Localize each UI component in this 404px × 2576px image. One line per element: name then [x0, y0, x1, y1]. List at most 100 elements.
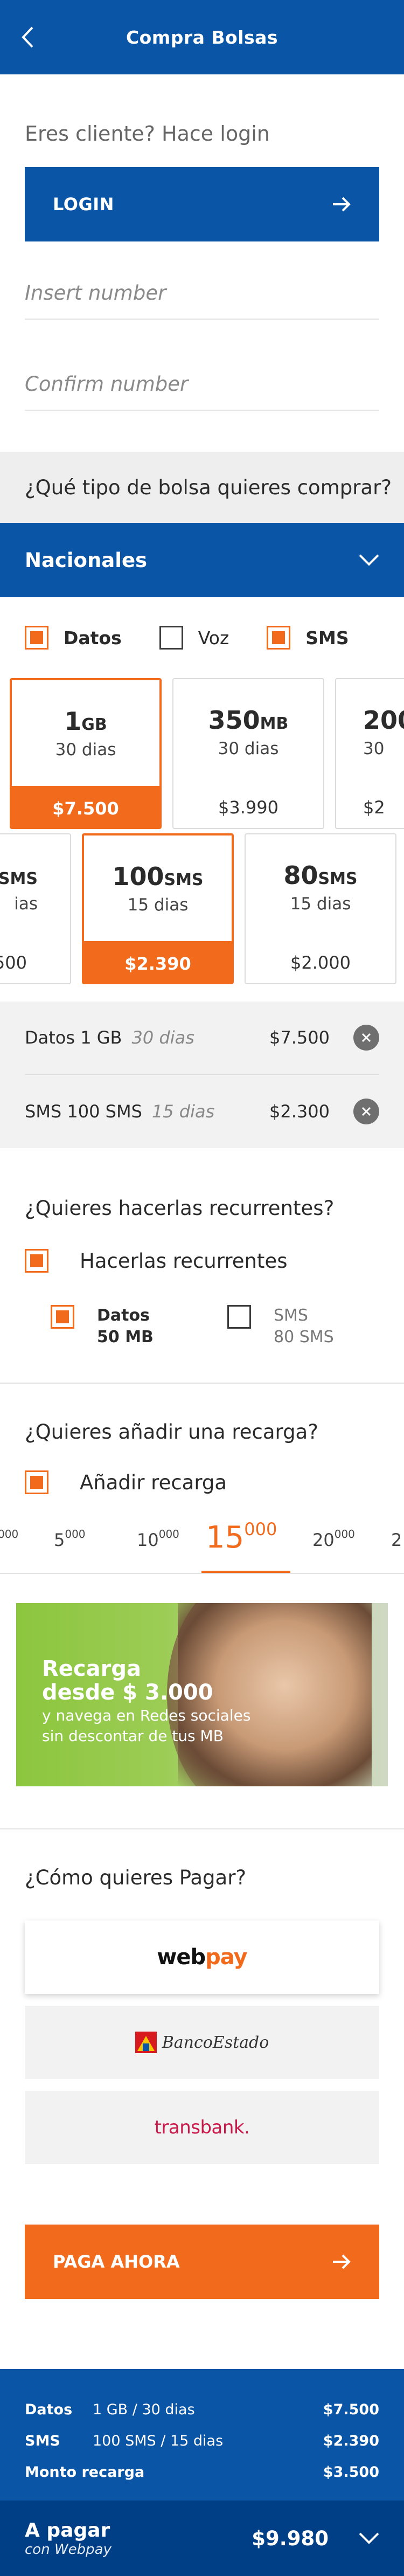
- payment-option-webpay[interactable]: webpay: [25, 1921, 379, 1994]
- transbank-logo: transbank.: [154, 2117, 250, 2138]
- insert-number-placeholder: Insert number: [25, 281, 166, 305]
- recurring-option-line2: 80 SMS: [274, 1328, 334, 1346]
- bag-type-filters: Datos Voz SMS: [0, 597, 404, 678]
- recharge-amount-selector[interactable]: 000 5000 10000 15000 20000 2: [0, 1508, 404, 1573]
- bag-unit: SMS: [0, 869, 38, 888]
- checkbox-recurring-sms[interactable]: [227, 1305, 251, 1329]
- bag-price: $2.000: [290, 952, 351, 973]
- order-summary-footer: Datos 1 GB / 30 dias $7.500 SMS 100 SMS …: [0, 2369, 404, 2576]
- pay-now-label: PAGA AHORA: [53, 2252, 180, 2272]
- summary-key: SMS: [25, 2432, 60, 2449]
- bag-days: 30 dias: [218, 739, 279, 758]
- arrow-right-icon: [333, 197, 351, 212]
- item-name: SMS 100 SMS: [25, 1101, 142, 1122]
- summary-price: $2.390: [323, 2432, 379, 2449]
- region-dropdown[interactable]: Nacionales: [0, 523, 404, 597]
- bag-amount: 350: [208, 706, 260, 735]
- recharge-toggle[interactable]: Añadir recarga: [0, 1470, 404, 1494]
- pay-now-button[interactable]: PAGA AHORA: [25, 2225, 379, 2299]
- total-sub: con Webpay: [25, 2541, 112, 2558]
- bancoestado-logo-mark: [135, 2032, 157, 2053]
- recurring-option-datos[interactable]: Datos 50 MB: [51, 1305, 227, 1348]
- bag-card[interactable]: 200 30 $2: [335, 678, 404, 829]
- chevron-down-icon[interactable]: [359, 2532, 379, 2545]
- item-name: Datos 1 GB: [25, 1027, 122, 1048]
- bag-price: $2.390: [84, 941, 232, 982]
- recharge-amount-option[interactable]: 10000: [137, 1528, 179, 1550]
- bag-price: $7.500: [12, 786, 159, 827]
- insert-number-field[interactable]: Insert number: [25, 281, 379, 320]
- selected-bags-list: Datos 1 GB 30 dias $7.500 SMS 100 SMS 15…: [0, 1002, 404, 1148]
- checkbox-voz[interactable]: [159, 626, 183, 650]
- bag-type-question: ¿Qué tipo de bolsa quieres comprar?: [0, 452, 404, 523]
- payment-option-bancoestado[interactable]: BancoEstado: [25, 2006, 379, 2079]
- type-datos[interactable]: Datos: [25, 626, 122, 650]
- recharge-label: Añadir recarga: [80, 1470, 227, 1494]
- type-voz[interactable]: Voz: [159, 626, 229, 650]
- bag-price: $2: [363, 797, 385, 818]
- back-button[interactable]: [20, 24, 47, 51]
- recurring-option-line1: SMS: [274, 1306, 308, 1325]
- data-bag-carousel: 1GB 30 dias $7.500 350MB 30 dias $3.990 …: [0, 678, 404, 834]
- payment-option-transbank[interactable]: transbank.: [25, 2091, 379, 2164]
- close-icon: [361, 1107, 371, 1116]
- recharge-amount-option[interactable]: 20000: [312, 1528, 355, 1550]
- bag-days: ias: [14, 894, 38, 914]
- summary-price: $3.500: [323, 2463, 379, 2481]
- checkbox-datos[interactable]: [25, 626, 48, 650]
- type-sms[interactable]: SMS: [267, 626, 349, 650]
- recharge-amount-option[interactable]: 5000: [54, 1528, 86, 1550]
- recharge-amount-selected[interactable]: 15000: [206, 1519, 277, 1555]
- total-bar[interactable]: A pagar con Webpay $9.980: [0, 2501, 404, 2576]
- bag-days: 15 dias: [290, 894, 351, 914]
- bag-days: 15 dias: [127, 895, 189, 915]
- recurring-option-line1: Datos: [97, 1306, 150, 1325]
- bag-card[interactable]: 100SMS 15 dias $2.390: [82, 833, 234, 984]
- recharge-amount-option[interactable]: 2: [391, 1530, 402, 1550]
- region-label: Nacionales: [25, 548, 148, 572]
- checkbox-recurring[interactable]: [25, 1249, 48, 1273]
- remove-item-button[interactable]: [353, 1099, 379, 1124]
- login-button[interactable]: LOGIN: [25, 167, 379, 241]
- summary-key: Monto recarga: [25, 2463, 145, 2481]
- bag-amount: 80: [283, 861, 318, 890]
- recurring-option-line2: 50 MB: [97, 1328, 154, 1346]
- summary-line: Datos 1 GB / 30 dias $7.500: [25, 2394, 379, 2425]
- bag-days: 30: [363, 739, 385, 758]
- bag-card[interactable]: 350MB 30 dias $3.990: [172, 678, 324, 829]
- chevron-down-icon: [359, 554, 379, 566]
- remove-item-button[interactable]: [353, 1025, 379, 1051]
- list-item: SMS 100 SMS 15 dias $2.300: [25, 1075, 379, 1148]
- login-section: Eres cliente? Hace login LOGIN Insert nu…: [0, 74, 404, 411]
- bag-card[interactable]: SMS ias 500: [0, 833, 71, 984]
- recurring-toggle[interactable]: Hacerlas recurrentes: [0, 1249, 404, 1273]
- summary-line: SMS 100 SMS / 15 dias $2.390: [25, 2425, 379, 2456]
- checkbox-sms[interactable]: [267, 626, 291, 650]
- webpay-logo: webpay: [157, 1945, 247, 1970]
- checkbox-recharge[interactable]: [25, 1470, 48, 1494]
- bag-price: $3.990: [218, 797, 278, 818]
- recharge-question: ¿Quieres añadir una recarga?: [25, 1420, 318, 1444]
- promo-banner[interactable]: Recarga desde $ 3.000 y navega en Redes …: [16, 1603, 388, 1786]
- bag-amount: 200: [363, 706, 404, 735]
- page: Compra Bolsas Eres cliente? Hace login L…: [0, 0, 404, 2576]
- bag-card[interactable]: 80SMS 15 dias $2.000: [245, 833, 396, 984]
- summary-price: $7.500: [323, 2401, 379, 2418]
- recurring-question: ¿Quieres hacerlas recurrentes?: [25, 1197, 335, 1220]
- recurring-options: Datos 50 MB SMS 80 SMS: [0, 1305, 404, 1348]
- checkbox-recurring-datos[interactable]: [51, 1305, 74, 1329]
- selected-amount-indicator: [201, 1571, 290, 1573]
- confirm-number-field[interactable]: Confirm number: [25, 372, 379, 411]
- bag-unit: SMS: [318, 869, 358, 888]
- summary-line: Monto recarga $3.500: [25, 2456, 379, 2488]
- type-datos-label: Datos: [64, 627, 122, 648]
- type-voz-label: Voz: [198, 627, 229, 648]
- recharge-amount-option[interactable]: 000: [0, 1528, 18, 1550]
- promo-price: desde $ 3.000: [42, 1680, 213, 1705]
- promo-line: y navega en Redes sociales: [42, 1707, 251, 1724]
- recurring-option-sms[interactable]: SMS 80 SMS: [227, 1305, 404, 1348]
- bag-card[interactable]: 1GB 30 dias $7.500: [10, 678, 162, 829]
- promo-line: sin descontar de tus MB: [42, 1727, 224, 1745]
- page-title: Compra Bolsas: [126, 26, 278, 48]
- bag-unit: SMS: [164, 871, 204, 889]
